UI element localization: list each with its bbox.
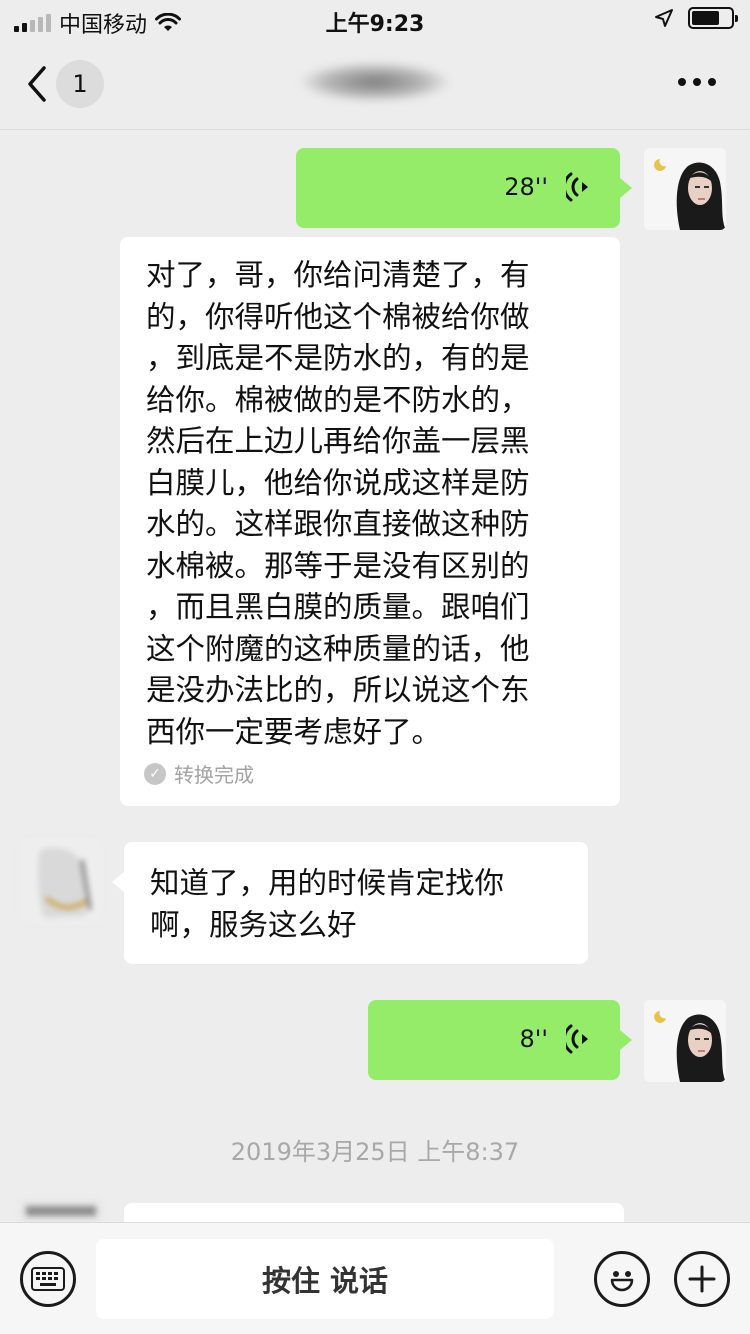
more-options-button[interactable] [678, 78, 716, 86]
chat-timestamp: 2019年3月25日 上午8:37 [230, 1138, 520, 1166]
self-avatar[interactable] [644, 1000, 726, 1082]
incoming-message-text: 知道了，用的时候肯定找你 啊，服务这么好 [150, 866, 505, 942]
check-circle-icon: ✓ [144, 762, 166, 785]
status-time: 上午9:23 [325, 12, 425, 37]
keyboard-toggle-button[interactable] [20, 1251, 76, 1307]
more-functions-button[interactable] [674, 1251, 730, 1307]
location-arrow-icon [655, 9, 673, 27]
contact-avatar-image [20, 1200, 102, 1222]
hold-to-talk-button[interactable]: 按住 说话 [96, 1239, 554, 1319]
status-right [654, 7, 738, 29]
transcript-text: 对了，哥，你给问清楚了，有 的，你得听他这个棉被给你做 ，到底是不是防水的，有的… [146, 258, 530, 749]
self-avatar[interactable] [644, 148, 726, 230]
more-dots-icon [678, 78, 686, 86]
chat-input-bar: 按住 说话 [0, 1222, 750, 1334]
voice-wave-icon [566, 172, 588, 202]
status-bar: 中国移动 上午9:23 [0, 0, 750, 40]
plus-icon [688, 1265, 716, 1293]
contact-avatar-image [20, 840, 102, 922]
portrait-avatar-image [644, 148, 726, 230]
contact-avatar[interactable] [20, 840, 102, 922]
emoji-icon [610, 1271, 634, 1292]
chevron-left-icon [28, 66, 46, 102]
chat-header: 1 [0, 40, 750, 130]
voice-duration: 28'' [504, 173, 548, 201]
transcript-status-label: 转换完成 [174, 763, 254, 787]
incoming-text-bubble[interactable]: 知道了，用的时候肯定找你 啊，服务这么好 [112, 842, 588, 964]
portrait-avatar-image [644, 1000, 726, 1082]
voice-message-bubble[interactable]: 8'' [368, 1000, 632, 1080]
incoming-text-bubble-partial[interactable] [124, 1203, 624, 1222]
contact-avatar[interactable] [20, 1200, 102, 1222]
transcript-status: ✓ 转换完成 [144, 759, 254, 788]
voice-message-bubble[interactable]: 28'' [296, 148, 632, 228]
voice-wave-icon [566, 1024, 588, 1054]
back-button[interactable]: 1 [26, 60, 104, 108]
unread-count-badge: 1 [56, 60, 104, 108]
voice-transcript-bubble[interactable]: 对了，哥，你给问清楚了，有 的，你得听他这个棉被给你做 ，到底是不是防水的，有的… [120, 237, 620, 806]
emoji-button[interactable] [594, 1251, 650, 1307]
voice-duration: 8'' [519, 1025, 548, 1053]
keyboard-icon [31, 1267, 65, 1291]
battery-icon [688, 7, 738, 29]
contact-name-blurred [300, 62, 450, 102]
